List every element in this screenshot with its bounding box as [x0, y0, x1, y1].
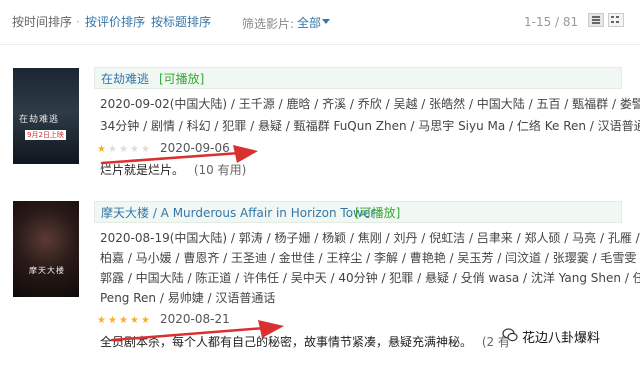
sort-by-rating[interactable]: 按评价排序: [85, 14, 145, 30]
grid-view-icon[interactable]: [608, 13, 624, 27]
chevron-down-icon[interactable]: [322, 19, 330, 24]
poster-title: 在劫难逃: [19, 115, 60, 125]
movie-title-row: 摩天大楼 / A Murderous Affair in Horizon Tow…: [94, 201, 622, 223]
sort-by-time[interactable]: 按时间排序: [12, 14, 72, 30]
filter-label: 筛选影片:: [242, 17, 295, 31]
movie-title-row: 在劫难逃 [可播放]: [94, 67, 622, 89]
list-view-icon[interactable]: [588, 13, 604, 27]
movie-meta-line: 2020-09-02(中国大陆) / 王千源 / 鹿晗 / 齐溪 / 乔欣 / …: [100, 97, 640, 111]
playable-badge[interactable]: [可播放]: [355, 204, 400, 221]
filter-dropdown[interactable]: 全部: [297, 14, 321, 31]
playable-badge[interactable]: [可播放]: [159, 70, 204, 87]
star-icon: ★: [97, 315, 106, 326]
movie-meta-line: 柏嘉 / 马小媛 / 曹恩齐 / 王圣迪 / 金世佳 / 王梓尘 / 李解 / …: [100, 251, 640, 265]
watermark-text: 花边八卦爆料: [522, 331, 601, 346]
movie-poster[interactable]: 在劫难逃 9月2日上映: [13, 68, 79, 164]
movie-title-link[interactable]: 在劫难逃: [101, 70, 149, 87]
movie-meta-line: 34分钟 / 剧情 / 科幻 / 犯罪 / 悬疑 / 甄福群 FuQun Zhe…: [100, 119, 640, 133]
movie-title-link[interactable]: 摩天大楼 / A Murderous Affair in Horizon Tow…: [101, 204, 375, 221]
movie-meta-line: 郭露 / 中国大陆 / 陈正道 / 许伟任 / 吴中天 / 40分钟 / 犯罪 …: [100, 271, 640, 285]
poster-release-date: 9月2日上映: [25, 130, 66, 140]
sort-by-title[interactable]: 按标题排序: [151, 14, 211, 30]
arrow-annotation-icon: [100, 145, 258, 165]
arrow-annotation-icon: [110, 320, 284, 342]
movie-poster[interactable]: 摩天大楼: [13, 201, 79, 297]
movie-meta-line: 2020-08-19(中国大陆) / 郭涛 / 杨子姗 / 杨颖 / 焦刚 / …: [100, 231, 640, 245]
sort-toolbar: 按时间排序 · 按评价排序 · 按标题排序 筛选影片: 全部 1-15 / 81: [0, 0, 640, 45]
wechat-icon: [502, 328, 518, 342]
separator: ·: [142, 15, 146, 29]
pagination-info: 1-15 / 81: [524, 15, 579, 29]
separator: ·: [76, 15, 80, 29]
movie-meta-line: Peng Ren / 易帅婕 / 汉语普通话: [100, 291, 276, 305]
poster-title: 摩天大楼: [29, 266, 65, 275]
